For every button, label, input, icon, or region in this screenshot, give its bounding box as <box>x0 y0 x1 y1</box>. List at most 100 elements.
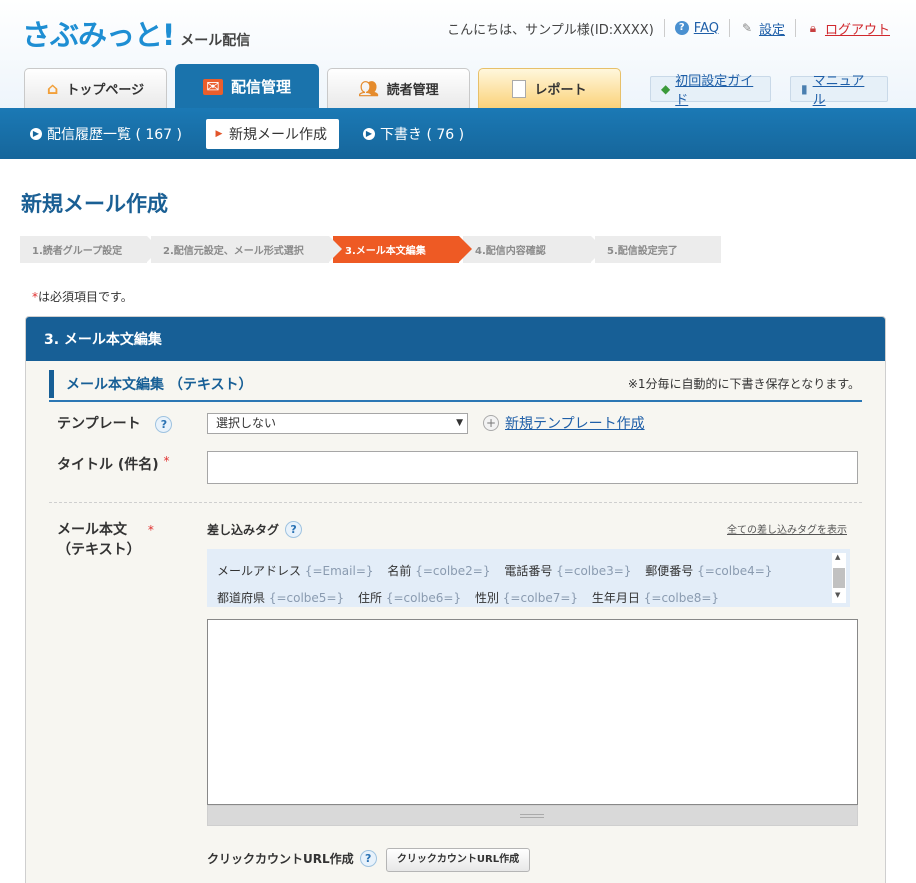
section-title: メール本文編集 （テキスト） <box>49 369 252 398</box>
logout-link[interactable]: ログアウト <box>825 19 890 38</box>
beginner-mark-icon: ◆ <box>661 82 671 96</box>
mail-icon: ✉ <box>202 78 223 95</box>
merge-tag-birthday[interactable]: 生年月日 {=colbe8=} <box>592 591 719 605</box>
merge-tag-row: メールアドレス {=Email=} 名前 {=colbe2=} 電話番号 {=c… <box>217 558 840 585</box>
required-note: *は必須項目です。 <box>32 288 133 305</box>
utility-nav: こんにちは、サンプル様(ID:XXXX) ? FAQ ✎ 設定 🔒︎ ログアウト <box>447 18 890 38</box>
header: さぶみっと! メール配信 こんにちは、サンプル様(ID:XXXX) ? FAQ … <box>0 0 916 108</box>
subject-input[interactable] <box>207 451 858 484</box>
lock-icon: 🔒︎ <box>809 21 817 35</box>
merge-tag-row: 都道府県 {=colbe5=} 住所 {=colbe6=} 性別 {=colbe… <box>217 585 840 607</box>
merge-tag-label: 差し込みタグ <box>207 523 280 537</box>
title-label: タイトル (件名) * <box>57 454 170 474</box>
body-label-text: メール本文 <box>57 522 127 538</box>
merge-tag-postal[interactable]: 郵便番号 {=colbe4=} <box>645 564 772 578</box>
divider <box>49 502 862 503</box>
tab-label: レポート <box>534 83 587 98</box>
divider <box>794 19 796 37</box>
manual-button[interactable]: ▮ マニュアル <box>790 74 888 108</box>
greeting-text: こんにちは、サンプル様(ID:XXXX) <box>447 22 654 38</box>
tab-label: 配信管理 <box>230 78 291 96</box>
merge-tag-email[interactable]: メールアドレス {=Email=} <box>217 564 374 578</box>
progress-steps: 1.読者グループ設定 2.配信元設定、メール形式選択 3.メール本文編集 4.配… <box>20 236 725 263</box>
step-4: 4.配信内容確認 <box>463 236 604 263</box>
subnav-label: 新規メール作成 <box>229 126 327 143</box>
help-circle-icon: ? <box>674 21 689 35</box>
merge-tag-address[interactable]: 住所 {=colbe6=} <box>358 591 461 605</box>
chevron-down-icon: ▼ <box>456 418 463 428</box>
play-bullet-icon: ▶ <box>215 128 223 139</box>
textarea-resize-handle[interactable] <box>207 805 858 826</box>
tab-top-page[interactable]: ⌂ トップページ <box>24 68 167 108</box>
autosave-note: ※1分毎に自動的に下書き保存となります。 <box>627 377 860 391</box>
required-note-text: は必須項目です。 <box>38 290 133 304</box>
manual-link[interactable]: マニュアル <box>813 70 877 108</box>
scroll-down-icon[interactable]: ▼ <box>835 591 840 599</box>
merge-tag-gender[interactable]: 性別 {=colbe7=} <box>475 591 578 605</box>
required-mark: * <box>147 523 154 537</box>
scroll-up-icon[interactable]: ▲ <box>835 553 840 561</box>
tab-label: トップページ <box>66 83 145 98</box>
divider <box>663 19 665 37</box>
show-all-tags-link[interactable]: 全ての差し込みタグを表示 <box>727 521 847 536</box>
initial-setup-guide-link[interactable]: 初回設定ガイド <box>675 70 760 108</box>
new-template-link[interactable]: 新規テンプレート作成 <box>505 413 645 433</box>
template-select[interactable]: 選択しない ▼ <box>207 413 468 434</box>
logo[interactable]: さぶみっと! メール配信 <box>22 18 250 52</box>
template-label-text: テンプレート <box>57 416 141 432</box>
template-select-value: 選択しない <box>216 416 277 430</box>
section-header: メール本文編集 （テキスト） ※1分毎に自動的に下書き保存となります。 <box>49 367 862 402</box>
subnav-delivery-history[interactable]: ▶ 配信履歴一覧 ( 167 ) <box>30 124 182 144</box>
required-mark: * <box>163 454 170 468</box>
step-1: 1.読者グループ設定 <box>20 236 160 263</box>
play-bullet-icon: ▶ <box>363 127 375 140</box>
merge-tag-phone[interactable]: 電話番号 {=colbe3=} <box>504 564 631 578</box>
template-label: テンプレート ? <box>57 413 173 433</box>
help-icon[interactable]: ? <box>155 415 173 433</box>
document-icon <box>512 79 527 98</box>
panel-title: 3. メール本文編集 <box>26 317 885 361</box>
tab-reader-management[interactable]: 👥︎ 読者管理 <box>327 68 470 108</box>
faq-link[interactable]: FAQ <box>694 21 719 36</box>
merge-tag-scrollbar[interactable]: ▲ ▼ <box>832 553 846 603</box>
tab-delivery-management[interactable]: ✉ 配信管理 <box>175 64 319 108</box>
merge-tag-name[interactable]: 名前 {=colbe2=} <box>387 564 490 578</box>
subnav-label: 下書き ( 76 ) <box>380 126 465 143</box>
tab-label: 読者管理 <box>386 83 439 98</box>
click-count-header: クリックカウントURL作成 ? <box>207 850 377 867</box>
initial-setup-guide-button[interactable]: ◆ 初回設定ガイド <box>650 74 771 108</box>
main-tabs: ⌂ トップページ ✉ 配信管理 👥︎ 読者管理 レポート <box>24 64 629 108</box>
page-title: 新規メール作成 <box>21 192 168 216</box>
step-5: 5.配信設定完了 <box>595 236 721 263</box>
grip-icon <box>520 814 544 818</box>
click-count-label: クリックカウントURL作成 <box>207 852 354 866</box>
sub-nav: ▶ 配信履歴一覧 ( 167 ) ▶ 新規メール作成 ▶ 下書き ( 76 ) <box>0 108 916 159</box>
merge-tag-header: 差し込みタグ ? <box>207 521 303 538</box>
click-count-url-button[interactable]: クリックカウントURL作成 <box>386 848 530 872</box>
help-icon[interactable]: ? <box>285 521 303 538</box>
subnav-label: 配信履歴一覧 ( 167 ) <box>47 126 182 143</box>
new-template-link-group: + 新規テンプレート作成 <box>483 413 645 433</box>
plus-icon: + <box>483 415 499 431</box>
home-icon: ⌂ <box>46 79 59 98</box>
scroll-thumb[interactable] <box>833 568 845 588</box>
merge-tag-list: メールアドレス {=Email=} 名前 {=colbe2=} 電話番号 {=c… <box>207 549 850 607</box>
step-3-current: 3.メール本文編集 <box>333 236 472 263</box>
settings-link[interactable]: 設定 <box>759 19 785 38</box>
divider <box>728 19 730 37</box>
merge-tag-prefecture[interactable]: 都道府県 {=colbe5=} <box>217 591 344 605</box>
play-bullet-icon: ▶ <box>30 127 42 140</box>
logo-subtitle: メール配信 <box>180 33 251 49</box>
mail-body-textarea[interactable] <box>207 619 858 805</box>
users-icon: 👥︎ <box>358 79 379 98</box>
tab-report[interactable]: レポート <box>478 68 621 108</box>
subnav-new-mail[interactable]: ▶ 新規メール作成 <box>206 118 339 149</box>
logo-text: さぶみっと! <box>22 18 175 52</box>
body-label-subtext: （テキスト） <box>57 542 141 558</box>
body-label: メール本文 * （テキスト） <box>57 520 154 560</box>
step-2: 2.配信元設定、メール形式選択 <box>151 236 342 263</box>
help-icon[interactable]: ? <box>359 850 377 867</box>
subnav-drafts[interactable]: ▶ 下書き ( 76 ) <box>363 124 464 144</box>
book-icon: ▮ <box>801 82 808 96</box>
wrench-icon: ✎ <box>741 21 752 35</box>
